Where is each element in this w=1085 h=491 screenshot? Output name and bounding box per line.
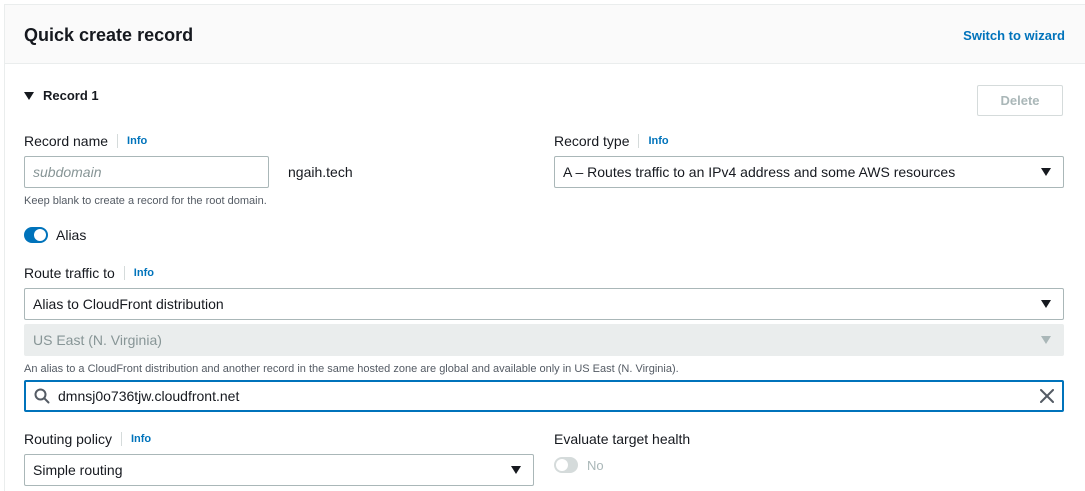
evaluate-health-row: No bbox=[554, 457, 604, 473]
record-name-label: Record name Info bbox=[24, 133, 147, 149]
alias-row: Alias bbox=[24, 227, 86, 243]
routing-policy-select[interactable]: Simple routing bbox=[24, 454, 534, 486]
caret-down-icon bbox=[511, 466, 521, 474]
distribution-search[interactable]: dmnsj0o736tjw.cloudfront.net bbox=[24, 380, 1064, 412]
route-traffic-hint: An alias to a CloudFront distribution an… bbox=[24, 363, 679, 375]
caret-down-icon bbox=[1041, 168, 1051, 176]
region-value: US East (N. Virginia) bbox=[33, 332, 162, 348]
caret-down-icon bbox=[24, 91, 34, 100]
routing-policy-label: Routing policy Info bbox=[24, 431, 151, 447]
route-traffic-info-link[interactable]: Info bbox=[123, 266, 154, 280]
switch-to-wizard-link[interactable]: Switch to wizard bbox=[963, 28, 1065, 43]
record-name-info-link[interactable]: Info bbox=[117, 134, 147, 148]
evaluate-health-toggle bbox=[554, 457, 578, 473]
alias-toggle[interactable] bbox=[24, 227, 48, 243]
domain-suffix: ngaih.tech bbox=[288, 164, 353, 180]
endpoint-select[interactable]: Alias to CloudFront distribution bbox=[24, 288, 1064, 320]
region-select: US East (N. Virginia) bbox=[24, 324, 1064, 356]
record-type-value: A – Routes traffic to an IPv4 address an… bbox=[563, 164, 956, 180]
record-name-label-text: Record name bbox=[24, 133, 109, 149]
caret-down-icon bbox=[1041, 336, 1051, 344]
route-traffic-label-text: Route traffic to bbox=[24, 265, 115, 281]
toggle-knob bbox=[556, 459, 568, 471]
alias-label: Alias bbox=[56, 227, 87, 243]
delete-button[interactable]: Delete bbox=[977, 85, 1063, 116]
panel-title: Quick create record bbox=[24, 25, 194, 45]
search-icon bbox=[34, 388, 50, 404]
record-type-select[interactable]: A – Routes traffic to an IPv4 address an… bbox=[554, 156, 1064, 188]
close-icon[interactable] bbox=[1040, 389, 1054, 403]
record-type-info-link[interactable]: Info bbox=[638, 134, 669, 148]
record-type-label: Record type Info bbox=[554, 133, 669, 149]
quick-create-panel: Quick create record Switch to wizard bbox=[4, 4, 1085, 491]
panel-header: Quick create record Switch to wizard bbox=[5, 5, 1085, 64]
evaluate-health-state: No bbox=[587, 457, 604, 473]
record-type-label-text: Record type bbox=[554, 133, 630, 149]
evaluate-health-label: Evaluate target health bbox=[554, 431, 690, 447]
endpoint-value: Alias to CloudFront distribution bbox=[33, 296, 224, 312]
record-name-hint: Keep blank to create a record for the ro… bbox=[24, 195, 267, 207]
evaluate-health-label-text: Evaluate target health bbox=[554, 431, 691, 447]
distribution-value: dmnsj0o736tjw.cloudfront.net bbox=[58, 388, 240, 404]
caret-down-icon bbox=[1041, 300, 1051, 308]
routing-policy-label-text: Routing policy bbox=[24, 431, 112, 447]
toggle-knob bbox=[34, 229, 46, 241]
record-name-input[interactable] bbox=[24, 156, 269, 188]
routing-policy-info-link[interactable]: Info bbox=[120, 432, 151, 446]
record-1-expander[interactable]: Record 1 bbox=[24, 88, 99, 103]
record-label: Record 1 bbox=[43, 88, 99, 103]
route-traffic-label: Route traffic to Info bbox=[24, 265, 154, 281]
routing-policy-value: Simple routing bbox=[33, 462, 123, 478]
